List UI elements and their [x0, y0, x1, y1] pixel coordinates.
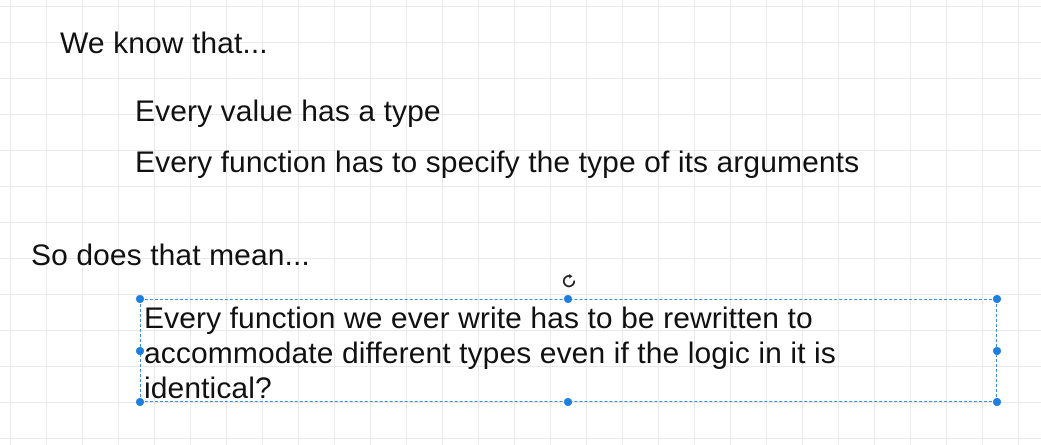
text-line-every-value[interactable]: Every value has a type: [135, 94, 441, 130]
resize-handle-top-left[interactable]: [136, 295, 144, 303]
resize-handle-bottom-left[interactable]: [136, 398, 144, 406]
text-line-every-function[interactable]: Every function has to specify the type o…: [135, 145, 859, 181]
slide-canvas[interactable]: We know that... Every value has a type E…: [0, 0, 1041, 445]
selected-text-box-content[interactable]: Every function we ever write has to be r…: [144, 301, 944, 406]
heading-we-know-that[interactable]: We know that...: [60, 26, 268, 62]
resize-handle-top-right[interactable]: [993, 295, 1001, 303]
heading-so-does-that-mean[interactable]: So does that mean...: [31, 238, 310, 274]
resize-handle-middle-left[interactable]: [136, 347, 144, 355]
resize-handle-bottom-right[interactable]: [993, 398, 1001, 406]
rotate-icon[interactable]: [561, 273, 577, 289]
resize-handle-top-center[interactable]: [564, 295, 572, 303]
resize-handle-middle-right[interactable]: [993, 347, 1001, 355]
resize-handle-bottom-center[interactable]: [564, 398, 572, 406]
